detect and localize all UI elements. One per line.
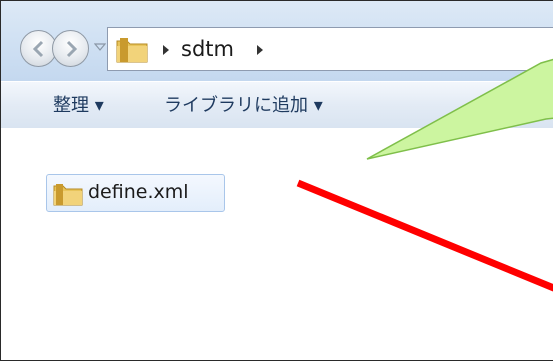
arrow-left-icon [32, 40, 44, 58]
breadcrumb-sdtm[interactable]: sdtm [181, 37, 234, 61]
address-bar[interactable]: sdtm [107, 27, 553, 71]
organize-menu[interactable]: 整理 ▾ [53, 91, 104, 117]
history-dropdown-icon[interactable] [94, 41, 106, 53]
arrow-right-icon [66, 40, 78, 58]
explorer-window: sdtm 整理 ▾ ライブラリに追加 ▾ define.xml [0, 0, 553, 361]
file-list: define.xml [1, 128, 553, 360]
list-item[interactable]: define.xml [46, 174, 225, 212]
folder-icon [53, 184, 83, 206]
breadcrumb-separator-icon[interactable] [255, 44, 265, 56]
folder-icon [116, 38, 148, 63]
command-bar: 整理 ▾ ライブラリに追加 ▾ [1, 81, 553, 129]
add-to-library-menu[interactable]: ライブラリに追加 ▾ [164, 91, 323, 117]
file-name: define.xml [88, 181, 189, 203]
navigation-bar: sdtm [1, 1, 553, 81]
breadcrumb-separator-icon[interactable] [161, 44, 171, 56]
forward-button[interactable] [52, 30, 89, 67]
